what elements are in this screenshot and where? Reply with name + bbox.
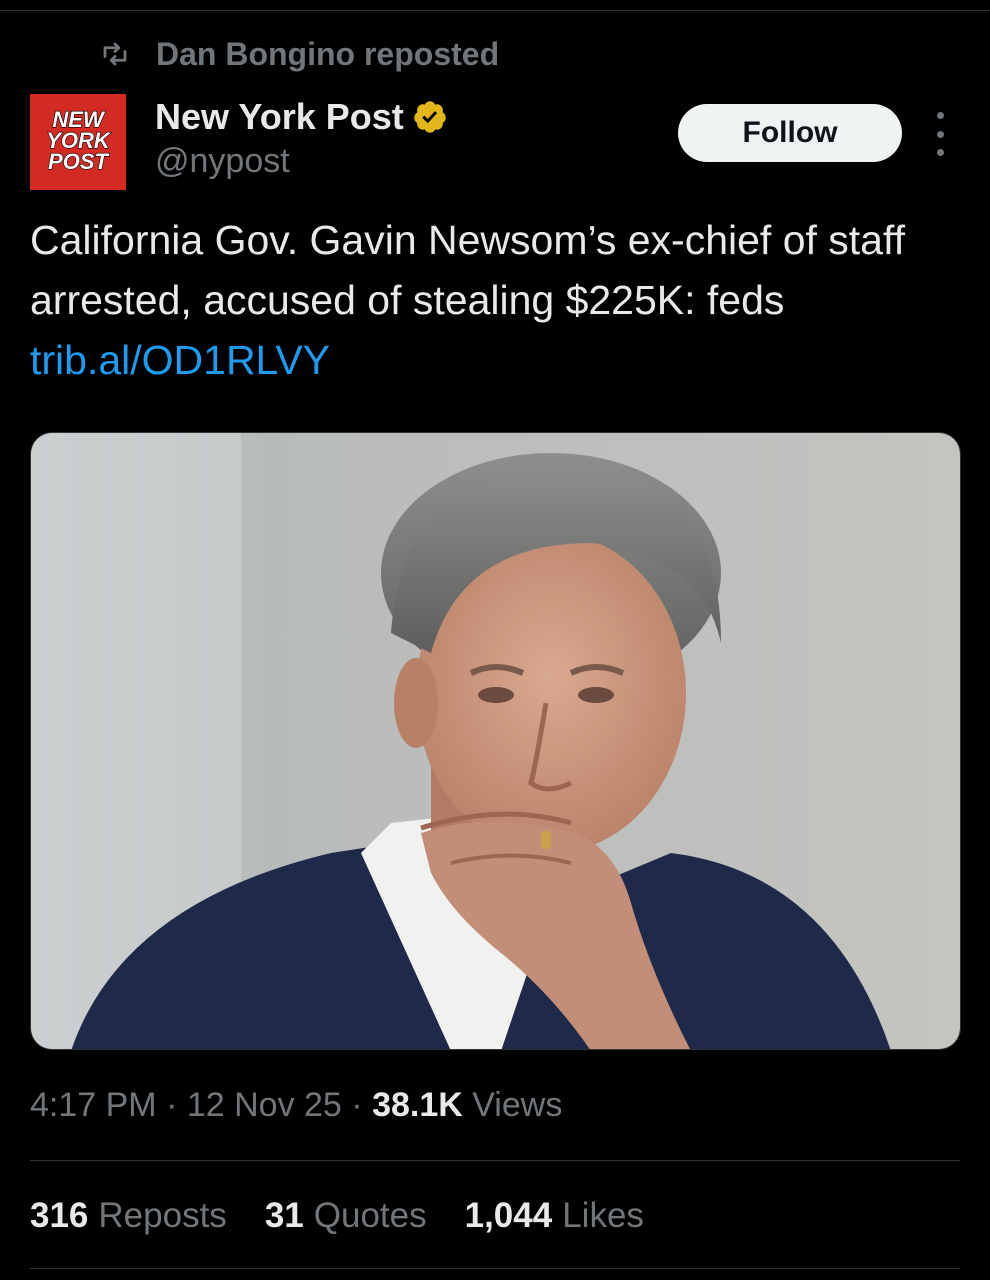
meta-separator: ·: [341, 1086, 373, 1124]
likes-count: 1,044: [464, 1196, 553, 1235]
photo-illustration: [31, 433, 960, 1049]
tweet-link[interactable]: trib.al/OD1RLVY: [30, 337, 330, 383]
bottom-divider: [30, 1268, 960, 1269]
reposts-stat[interactable]: 316 Reposts: [30, 1196, 227, 1236]
follow-button[interactable]: Follow: [678, 104, 902, 162]
tweet-date[interactable]: 12 Nov 25: [187, 1086, 342, 1124]
divider: [30, 1160, 960, 1161]
more-options-icon[interactable]: [926, 112, 954, 156]
author-name-row[interactable]: New York Post: [155, 96, 448, 138]
tweet-time[interactable]: 4:17 PM: [30, 1086, 157, 1124]
reposts-label: Reposts: [98, 1196, 227, 1235]
new-york-post-logo: NEW YORK POST: [46, 106, 113, 174]
engagement-stats: 316 Reposts 31 Quotes 1,044 Likes: [30, 1196, 682, 1236]
more-dot: [936, 149, 944, 156]
display-name[interactable]: New York Post: [155, 96, 404, 138]
tweet-body: California Gov. Gavin Newsom’s ex-chief …: [30, 217, 906, 323]
quotes-label: Quotes: [313, 1196, 427, 1235]
meta-separator: ·: [156, 1086, 187, 1124]
author-handle[interactable]: @nypost: [155, 142, 290, 181]
svg-text:POST: POST: [48, 149, 109, 174]
views-label: Views: [462, 1086, 563, 1124]
repost-text: Dan Bongino reposted: [156, 35, 500, 72]
likes-label: Likes: [562, 1196, 644, 1235]
verified-gold-icon[interactable]: [412, 99, 448, 135]
tweet-photo[interactable]: [30, 432, 961, 1050]
repost-icon: [100, 39, 130, 69]
reposts-count: 316: [30, 1196, 89, 1235]
top-divider: [0, 10, 990, 11]
repost-context[interactable]: Dan Bongino reposted: [100, 34, 499, 74]
more-dot: [936, 130, 944, 138]
tweet-text: California Gov. Gavin Newsom’s ex-chief …: [30, 210, 965, 390]
views-count: 38.1K: [372, 1086, 463, 1124]
more-dot: [936, 112, 944, 119]
quotes-stat[interactable]: 31 Quotes: [265, 1196, 427, 1236]
likes-stat[interactable]: 1,044 Likes: [465, 1196, 644, 1236]
quotes-count: 31: [264, 1196, 304, 1235]
avatar[interactable]: NEW YORK POST: [30, 94, 126, 190]
tweet-meta: 4:17 PM · 12 Nov 25 · 38.1K Views: [30, 1086, 562, 1125]
